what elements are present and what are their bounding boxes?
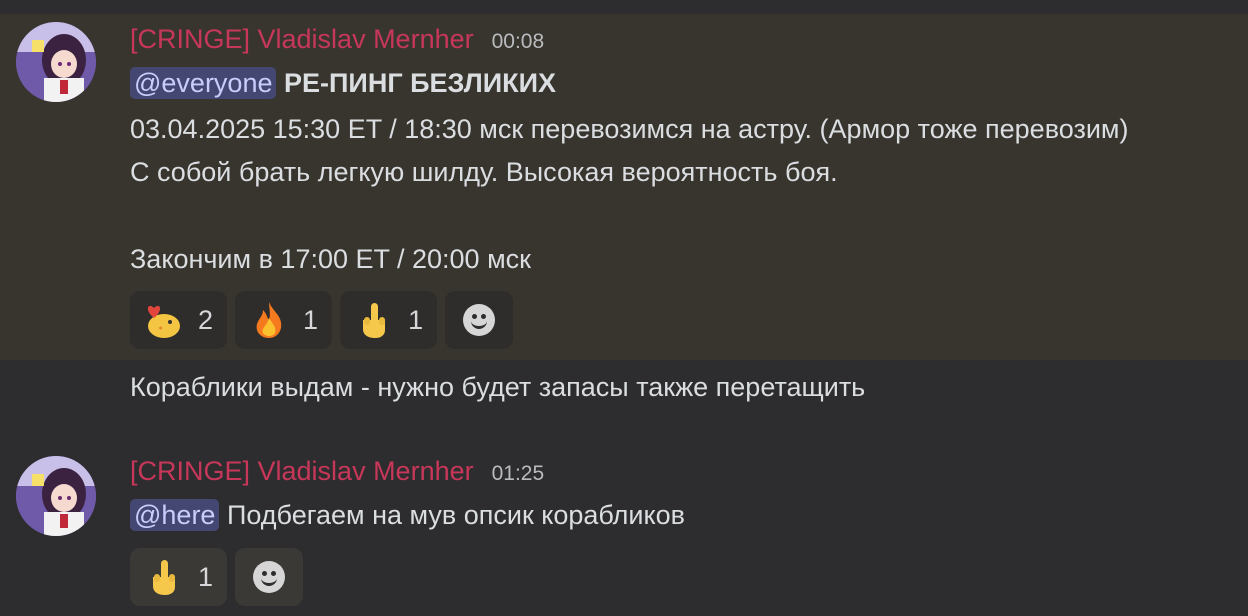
mention-everyone[interactable]: @everyone: [130, 67, 277, 99]
message-title: РЕ-ПИНГ БЕЗЛИКИХ: [284, 68, 557, 98]
reaction-count: 1: [408, 304, 424, 335]
message-line: Кораблики выдам - нужно будет запасы так…: [130, 372, 866, 402]
message-2: Кораблики выдам - нужно будет запасы так…: [0, 360, 1248, 446]
fire-icon: [249, 300, 289, 340]
reactions-bar: 2 1 1: [130, 291, 514, 349]
message-text: Подбегаем на мув опсик корабликов: [226, 500, 685, 530]
message-line: 03.04.2025 15:30 ET / 18:30 мск перевози…: [130, 114, 1129, 144]
message-header: [CRINGE] Vladislav Mernher 01:25: [130, 456, 544, 496]
user-avatar[interactable]: [16, 456, 96, 536]
heart-chick-icon: [144, 300, 184, 340]
timestamp[interactable]: 01:25: [492, 462, 545, 486]
message-line: @here Подбегаем на мув опсик корабликов: [130, 499, 685, 531]
add-reaction-icon: [253, 561, 286, 593]
message-3: [CRINGE] Vladislav Mernher 01:25 @here П…: [0, 446, 1248, 616]
reaction-count: 1: [198, 561, 214, 592]
author-name[interactable]: [CRINGE] Vladislav Mernher: [130, 456, 474, 487]
reaction-count: 2: [198, 304, 214, 335]
user-avatar[interactable]: [16, 22, 96, 102]
reaction-heart-chick[interactable]: 2: [130, 291, 228, 349]
add-reaction-icon: [463, 304, 496, 336]
timestamp[interactable]: 00:08: [492, 30, 545, 54]
reaction-count: 1: [303, 304, 319, 335]
author-name[interactable]: [CRINGE] Vladislav Mernher: [130, 24, 474, 55]
message-title-line: @everyone РЕ-ПИНГ БЕЗЛИКИХ: [130, 67, 557, 99]
middle-finger-icon: [354, 300, 394, 340]
add-reaction-button[interactable]: [445, 291, 514, 349]
add-reaction-button[interactable]: [235, 548, 304, 606]
reactions-bar: 1: [130, 548, 304, 606]
reaction-middle-finger[interactable]: 1: [340, 291, 438, 349]
middle-finger-icon: [144, 557, 184, 597]
mention-here[interactable]: @here: [130, 499, 220, 531]
reaction-middle-finger[interactable]: 1: [130, 548, 228, 606]
message-line: С собой брать легкую шилду. Высокая веро…: [130, 157, 838, 187]
message-line: Закончим в 17:00 ET / 20:00 мск: [130, 244, 531, 274]
message-header: [CRINGE] Vladislav Mernher 00:08: [130, 24, 544, 64]
reaction-fire[interactable]: 1: [235, 291, 333, 349]
message-1: [CRINGE] Vladislav Mernher 00:08 @everyo…: [0, 14, 1248, 360]
